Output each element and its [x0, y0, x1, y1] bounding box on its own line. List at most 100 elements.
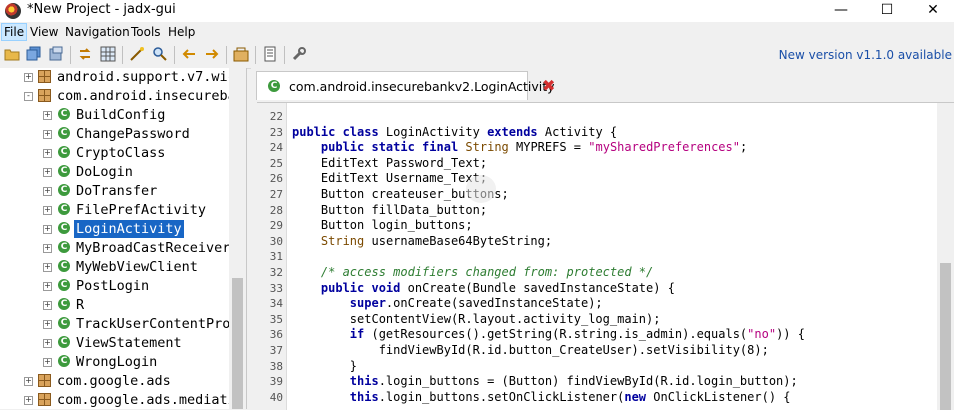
back-icon[interactable] [181, 46, 197, 62]
class-icon: C [268, 80, 280, 92]
title-bar: *New Project - jadx-gui — ☐ ✕ [0, 0, 954, 22]
menu-navigation[interactable]: Navigation [65, 25, 130, 39]
line-number: 25 [269, 156, 283, 170]
tree-item-label: MyBroadCastReceiver [76, 240, 231, 256]
menu-view[interactable]: View [30, 25, 58, 39]
code-scrollbar-thumb[interactable] [940, 263, 951, 410]
menu-file-label: File [4, 25, 25, 39]
menu-tools[interactable]: Tools [131, 25, 161, 39]
minimize-button[interactable]: — [818, 0, 864, 22]
tree-scrollbar-thumb[interactable] [232, 278, 243, 409]
forward-icon[interactable] [204, 46, 220, 62]
expand-icon[interactable]: + [24, 396, 33, 405]
line-number: 40 [269, 390, 283, 404]
code-line: String usernameBase64ByteString; [320, 233, 553, 248]
expand-icon[interactable]: + [43, 168, 52, 177]
tree-item-label: BuildConfig [76, 107, 166, 123]
class-icon: C [58, 317, 70, 329]
expand-icon[interactable]: + [43, 149, 52, 158]
class-icon: C [58, 203, 70, 215]
open-folder-icon[interactable] [4, 46, 20, 62]
close-tab-icon[interactable]: ✖ [542, 76, 555, 95]
expand-icon[interactable]: + [43, 358, 52, 367]
menu-help[interactable]: Help [168, 25, 195, 39]
line-number: 24 [269, 141, 283, 155]
menu-tools-label: Tools [131, 25, 161, 39]
tree-item-label: FilePrefActivity [76, 202, 207, 218]
flatten-packages-icon[interactable] [100, 46, 116, 62]
line-number-gutter: 22 23 24 25 26 27 28 29 30 31 32 33 34 35 36 37 38 39 40 [257, 103, 287, 410]
class-icon: C [58, 260, 70, 272]
sync-icon[interactable] [77, 46, 93, 62]
expand-icon[interactable]: + [43, 130, 52, 139]
save-all-icon[interactable] [26, 46, 42, 62]
code-line: Button login_buttons; [292, 218, 473, 233]
preferences-icon[interactable] [291, 46, 307, 62]
toolbar: New version v1.1.0 available [0, 42, 954, 69]
code-line: public static final String MYPREFS = "my… [320, 140, 748, 155]
line-number: 35 [269, 312, 283, 326]
expand-icon[interactable]: + [43, 244, 52, 253]
tree-item-label: PostLogin [76, 278, 150, 294]
tree-item-label: DoLogin [76, 164, 133, 180]
maximize-button[interactable]: ☐ [864, 0, 910, 22]
class-icon: C [58, 184, 70, 196]
line-number: 22 [269, 110, 283, 123]
package-icon [38, 89, 51, 102]
tree-item-label: com.android.insecureba [57, 88, 236, 104]
expand-icon[interactable]: + [43, 187, 52, 196]
class-icon: C [58, 336, 70, 348]
code-line: EditText Password_Text; [292, 155, 488, 170]
line-number: 23 [269, 125, 283, 139]
line-number: 30 [269, 234, 283, 248]
tree-item-label: ChangePassword [76, 126, 190, 142]
line-number: 26 [269, 172, 283, 186]
expand-icon[interactable]: + [43, 301, 52, 310]
close-window-button[interactable]: ✕ [910, 0, 954, 22]
expand-icon[interactable]: + [43, 206, 52, 215]
jadx-app-icon [5, 3, 21, 19]
line-number: 39 [269, 375, 283, 389]
class-icon: C [58, 165, 70, 177]
menu-view-label: View [30, 25, 59, 39]
expand-icon[interactable]: + [24, 377, 33, 386]
wand-icon[interactable] [129, 46, 145, 62]
log-icon[interactable] [262, 46, 278, 62]
search-icon[interactable] [152, 46, 168, 62]
line-number: 29 [269, 219, 283, 233]
line-number: 28 [269, 203, 283, 217]
menu-file[interactable]: File [1, 23, 28, 41]
class-icon: C [58, 146, 70, 158]
code-line: Button fillData_button; [292, 202, 488, 217]
class-icon: C [58, 279, 70, 291]
tree-scrollbar[interactable] [229, 68, 246, 409]
line-number: 37 [269, 344, 283, 357]
expand-icon[interactable]: + [43, 320, 52, 329]
tree-item-label: DoTransfer [76, 183, 158, 199]
export-icon[interactable] [48, 46, 64, 62]
expand-icon[interactable]: + [43, 225, 52, 234]
code-line: super.onCreate(savedInstanceState); [349, 296, 603, 311]
new-version-notice[interactable]: New version v1.1.0 available [779, 48, 952, 62]
watermark-logo [466, 175, 496, 203]
expand-icon[interactable]: + [43, 282, 52, 291]
tree-item-label: MyWebViewClient [76, 259, 198, 275]
line-number: 34 [269, 297, 283, 311]
project-tree[interactable]: + android.support.v7.wic - com.android.inse… [0, 68, 247, 409]
expand-icon[interactable]: + [43, 339, 52, 348]
expand-icon[interactable]: + [24, 73, 33, 82]
package-icon [38, 70, 51, 83]
class-icon: C [58, 355, 70, 367]
tab-login-activity[interactable]: C com.android.insecurebankv2.LoginActivi… [256, 71, 555, 100]
code-scrollbar[interactable] [937, 103, 954, 410]
code-view[interactable]: 22 23 24 25 26 27 28 29 30 31 32 33 34 35 36 37 38 39 40 p… [257, 102, 954, 410]
class-icon: C [58, 241, 70, 253]
decompile-all-icon[interactable] [233, 46, 249, 62]
menu-help-label: Help [168, 25, 196, 39]
menu-bar: File View Navigation Tools Help [0, 22, 954, 42]
menu-navigation-label: Navigation [65, 25, 130, 39]
expand-icon[interactable]: + [43, 111, 52, 120]
expand-icon[interactable]: + [43, 263, 52, 272]
tab-label: com.android.insecurebankv2.LoginActivity [289, 79, 555, 94]
collapse-icon[interactable]: - [24, 92, 33, 101]
